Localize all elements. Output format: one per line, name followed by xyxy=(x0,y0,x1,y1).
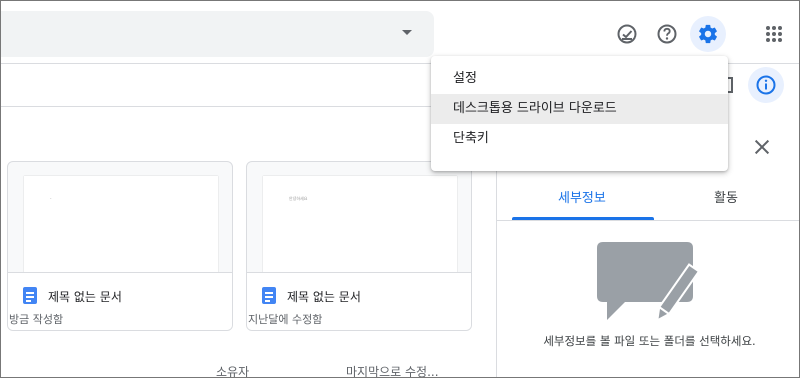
menu-item-download-drive-for-desktop[interactable]: 데스크톱용 드라이브 다운로드 xyxy=(431,94,728,124)
thumbnail-text: 안녕하세요 xyxy=(289,196,308,201)
file-title: 제목 없는 문서 xyxy=(287,290,361,304)
search-bar[interactable] xyxy=(1,11,434,57)
apps-grid-icon[interactable] xyxy=(756,16,792,52)
file-card-info: 제목 없는 문서 지난달에 수정함 xyxy=(247,272,471,330)
file-subtitle: 지난달에 수정함 xyxy=(248,313,323,326)
settings-menu: 설정 데스크톱용 드라이브 다운로드 단축키 xyxy=(431,56,728,171)
file-card-info: 제목 없는 문서 방금 작성함 xyxy=(8,272,232,330)
tab-divider xyxy=(497,220,799,221)
ready-offline-check-icon[interactable] xyxy=(609,16,645,52)
file-thumbnail: 안녕하세요 xyxy=(263,176,457,276)
column-header-owner[interactable]: 소유자 xyxy=(216,363,249,377)
menu-item-settings[interactable]: 설정 xyxy=(431,64,728,94)
file-thumbnail: - xyxy=(24,176,218,276)
file-title: 제목 없는 문서 xyxy=(48,290,122,304)
empty-details-message: 세부정보를 볼 파일 또는 폴더를 선택하세요. xyxy=(543,334,756,348)
file-subtitle: 방금 작성함 xyxy=(9,313,64,326)
tab-activity[interactable]: 활동 xyxy=(714,187,738,206)
help-icon[interactable] xyxy=(649,16,685,52)
settings-gear-icon[interactable] xyxy=(690,16,726,52)
file-card[interactable]: 안녕하세요 제목 없는 문서 지난달에 수정함 xyxy=(246,161,472,331)
column-header-last-modified[interactable]: 마지막으로 수정... xyxy=(346,363,439,377)
search-options-caret-icon[interactable] xyxy=(402,30,412,35)
info-icon[interactable] xyxy=(748,67,784,103)
menu-item-keyboard-shortcuts[interactable]: 단축키 xyxy=(431,124,728,154)
empty-details-illustration xyxy=(597,242,701,323)
drive-window: - 제목 없는 문서 방금 작성함 안녕하세요 제목 없는 문서 지난달에 수정… xyxy=(0,0,800,378)
tab-details[interactable]: 세부정보 xyxy=(558,187,606,206)
toolbar-divider xyxy=(1,106,431,107)
thumbnail-text: - xyxy=(50,196,52,201)
google-docs-icon xyxy=(262,287,276,304)
file-card[interactable]: - 제목 없는 문서 방금 작성함 xyxy=(7,161,233,331)
google-docs-icon xyxy=(23,287,37,304)
close-icon[interactable] xyxy=(752,137,772,157)
